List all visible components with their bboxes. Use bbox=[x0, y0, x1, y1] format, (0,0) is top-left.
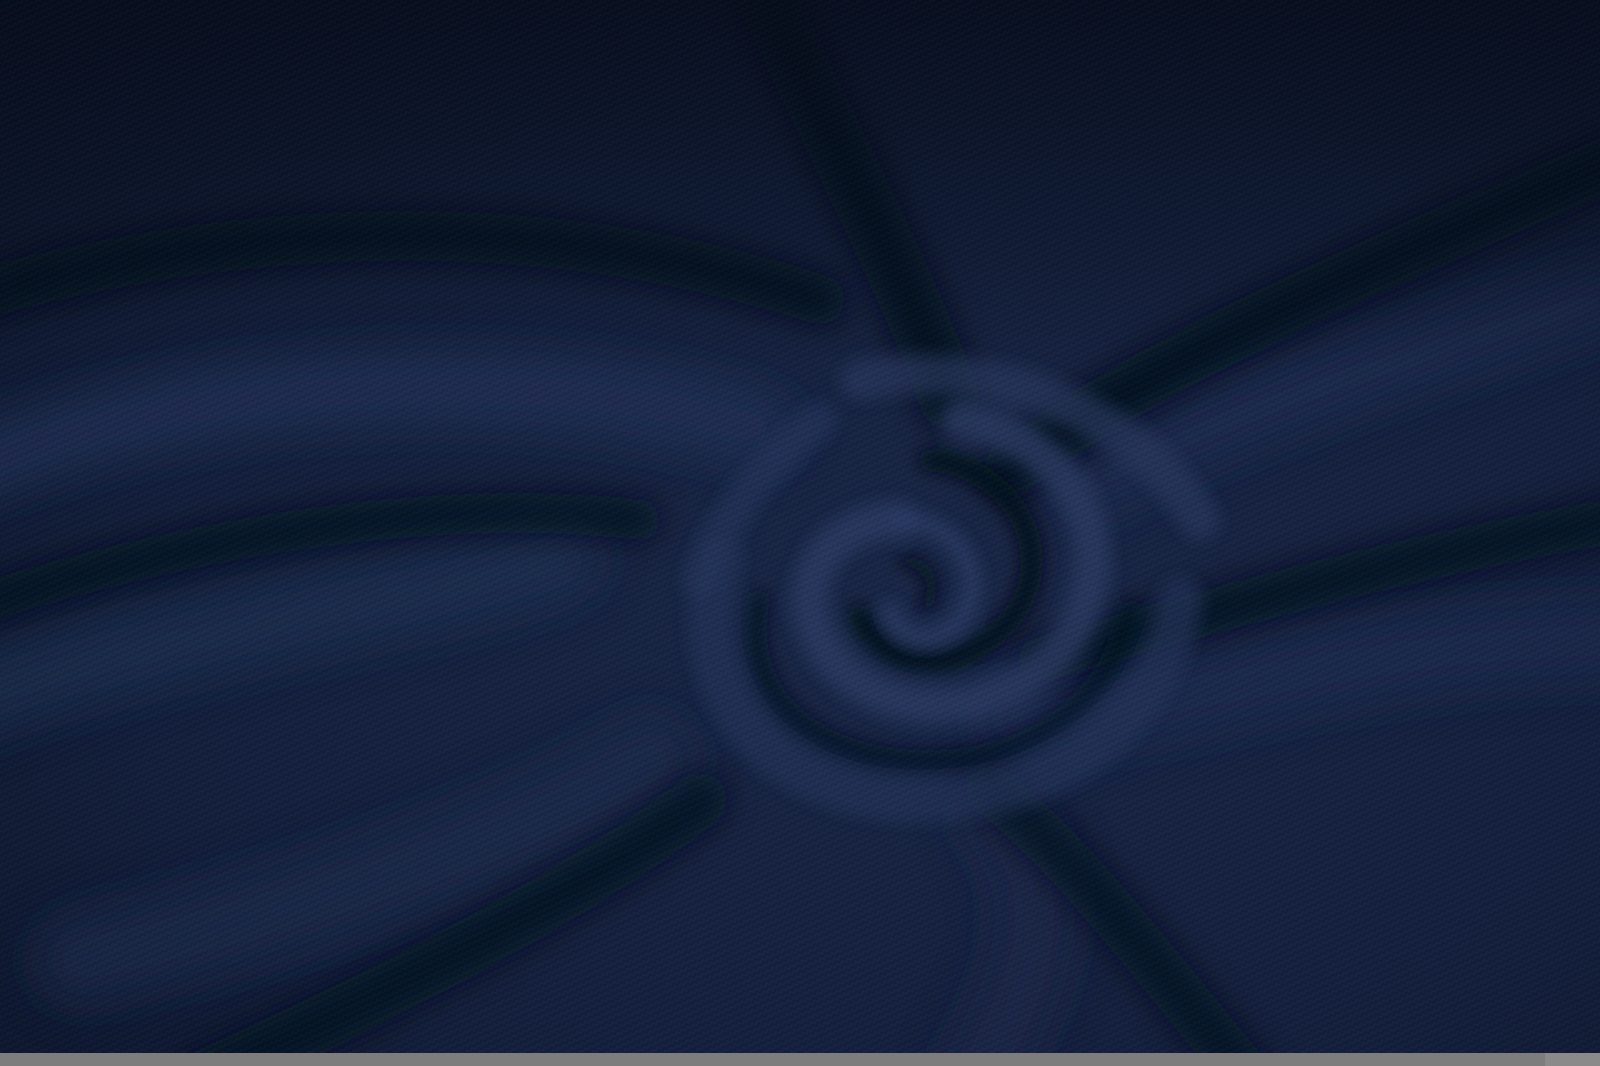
fabric-swirl-graphic bbox=[0, 0, 1600, 1053]
bottom-gray-strip bbox=[0, 1053, 1600, 1066]
bottom-strip-shade bbox=[0, 1053, 1545, 1066]
fabric-photo bbox=[0, 0, 1600, 1053]
